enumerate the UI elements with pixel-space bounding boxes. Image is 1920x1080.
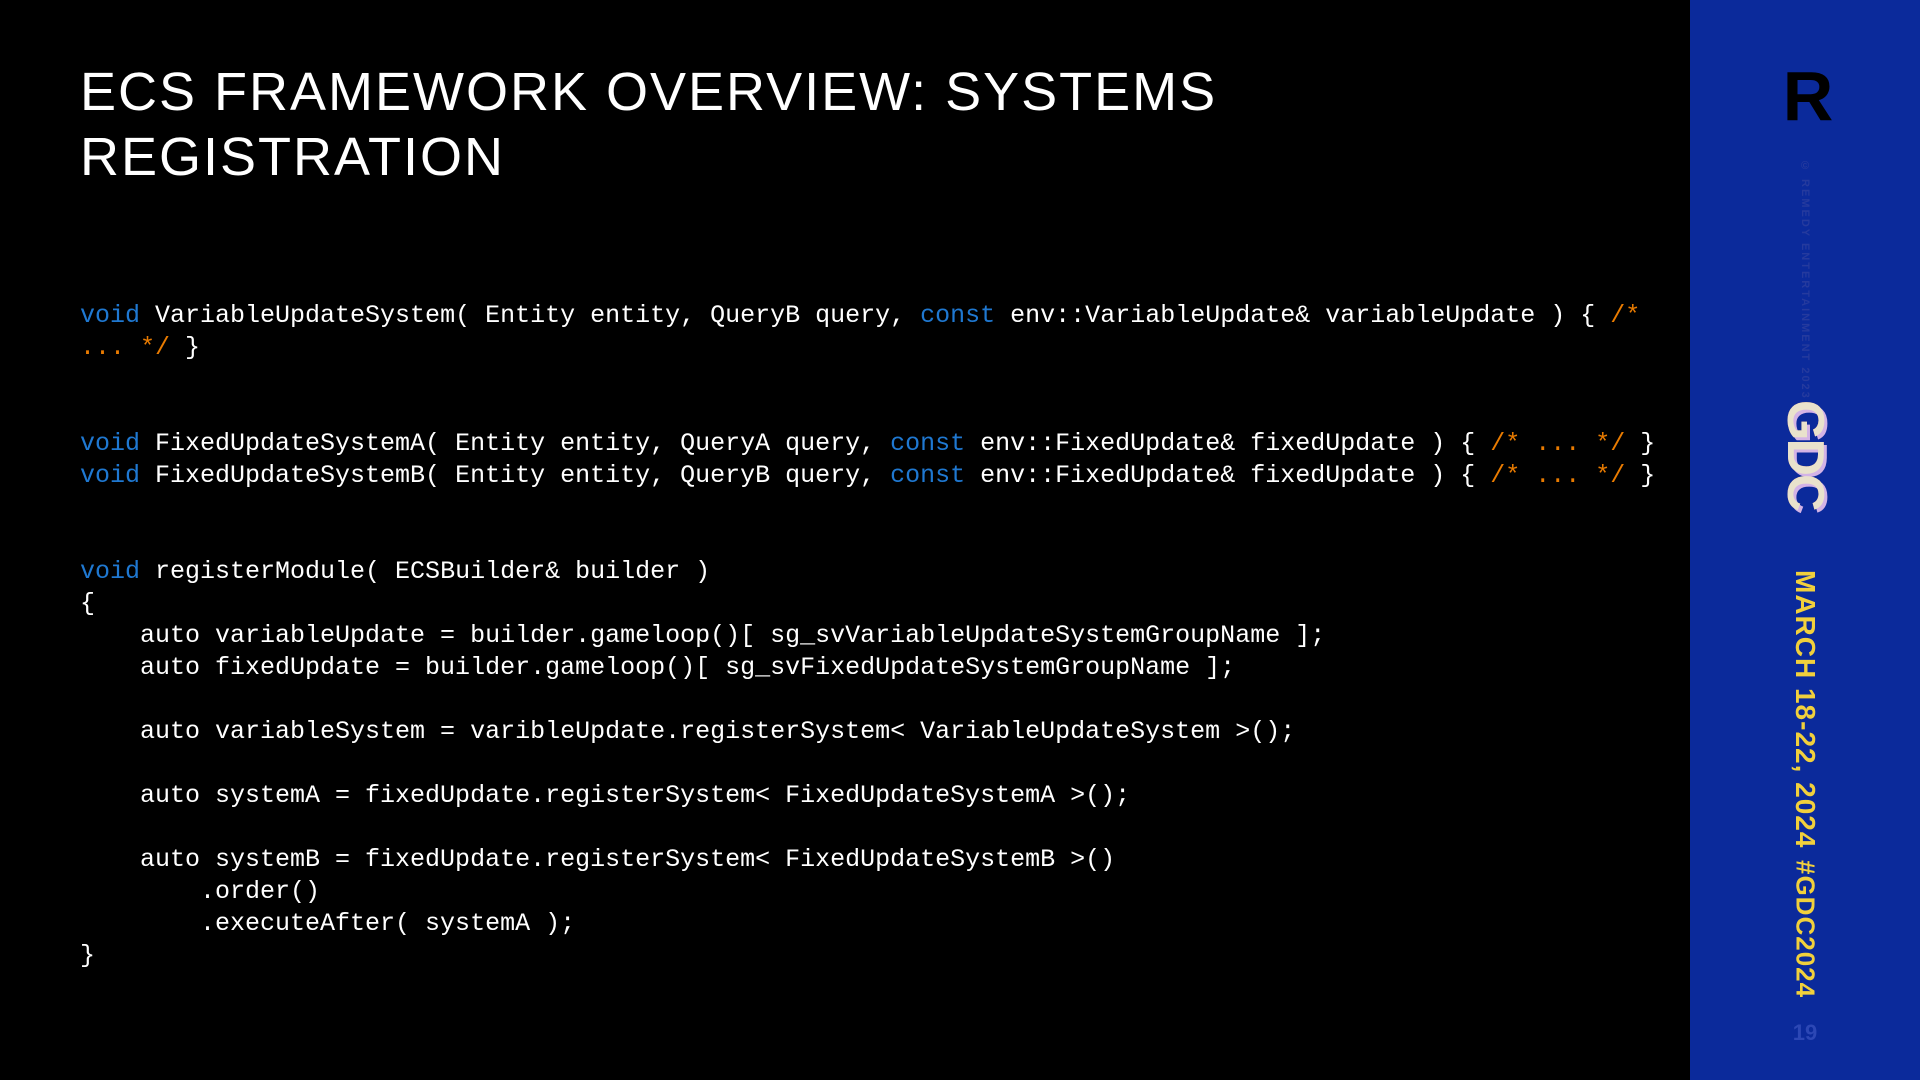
keyword: void xyxy=(80,429,140,458)
code-text: env::VariableUpdate& variableUpdate ) { xyxy=(995,301,1610,330)
keyword: void xyxy=(80,461,140,490)
page-number: 19 xyxy=(1793,1020,1817,1046)
keyword: const xyxy=(890,429,965,458)
code-text: env::FixedUpdate& fixedUpdate ) { xyxy=(965,461,1490,490)
sidebar: R © REMEDY ENTERTAINMENT 2023 GDC GDC GD… xyxy=(1690,0,1920,1080)
comment: /* ... */ xyxy=(1490,429,1625,458)
code-text: VariableUpdateSystem( Entity entity, Que… xyxy=(140,301,920,330)
gdc-logo-icon: GDC GDC GDC xyxy=(1775,400,1835,510)
copyright-text: © REMEDY ENTERTAINMENT 2023 xyxy=(1799,160,1811,400)
hashtag: #GDC2024 xyxy=(1790,860,1821,998)
main-content: ECS FRAMEWORK OVERVIEW: SYSTEMS REGISTRA… xyxy=(0,0,1690,1080)
code-text: registerModule( ECSBuilder& builder ) xyxy=(140,557,710,586)
code-block: void VariableUpdateSystem( Entity entity… xyxy=(80,300,1620,972)
gdc-logo-layer: GDC xyxy=(1776,400,1834,510)
slide: ECS FRAMEWORK OVERVIEW: SYSTEMS REGISTRA… xyxy=(0,0,1920,1080)
keyword: void xyxy=(80,557,140,586)
keyword: const xyxy=(890,461,965,490)
keyword: void xyxy=(80,301,140,330)
comment: /* ... */ xyxy=(1490,461,1625,490)
code-text: FixedUpdateSystemB( Entity entity, Query… xyxy=(140,461,890,490)
code-body: { auto variableUpdate = builder.gameloop… xyxy=(80,589,1325,970)
code-text: FixedUpdateSystemA( Entity entity, Query… xyxy=(140,429,890,458)
remedy-logo-icon: R xyxy=(1783,56,1828,136)
keyword: const xyxy=(920,301,995,330)
code-text: } xyxy=(1625,429,1655,458)
code-text: } xyxy=(170,333,200,362)
slide-title: ECS FRAMEWORK OVERVIEW: SYSTEMS REGISTRA… xyxy=(80,60,1620,190)
event-date: MARCH 18-22, 2024 xyxy=(1789,570,1821,848)
code-text: } xyxy=(1625,461,1655,490)
code-text: env::FixedUpdate& fixedUpdate ) { xyxy=(965,429,1490,458)
